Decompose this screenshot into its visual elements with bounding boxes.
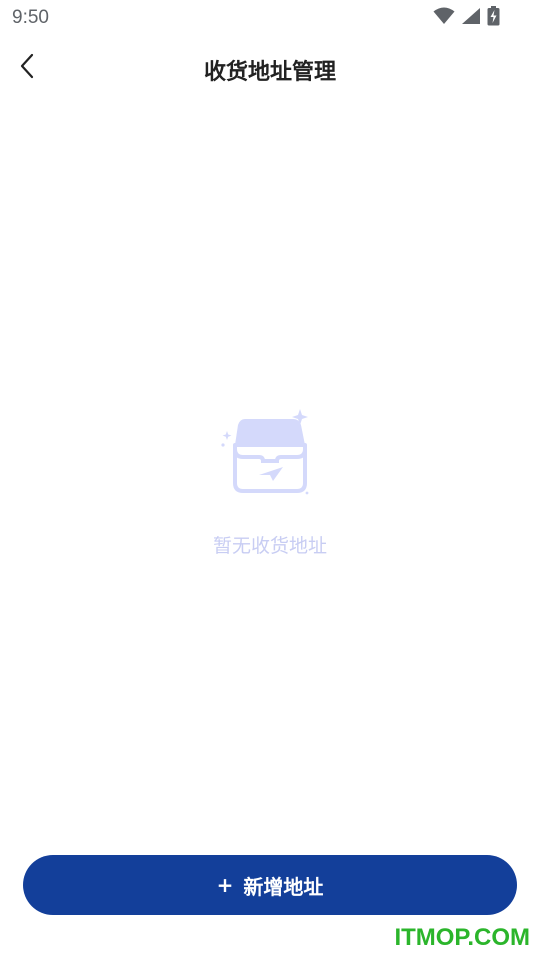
status-time: 9:50 (12, 7, 49, 28)
battery-charging-icon (487, 6, 500, 30)
wifi-icon (433, 7, 455, 29)
plus-icon: + (216, 873, 234, 897)
add-address-button[interactable]: + 新增地址 (23, 855, 517, 915)
cellular-signal-icon (461, 7, 481, 29)
watermark-logo: ITMOP.COM (394, 924, 530, 951)
nav-bar: 收货地址管理 (0, 36, 540, 102)
status-icons (433, 6, 500, 30)
status-bar: 9:50 (0, 0, 540, 36)
empty-box-icon (221, 409, 309, 495)
page-title: 收货地址管理 (203, 60, 336, 85)
empty-state: 暂无收货地址 (0, 405, 540, 558)
empty-message: 暂无收货地址 (212, 535, 327, 557)
add-address-label: 新增地址 (243, 874, 324, 899)
